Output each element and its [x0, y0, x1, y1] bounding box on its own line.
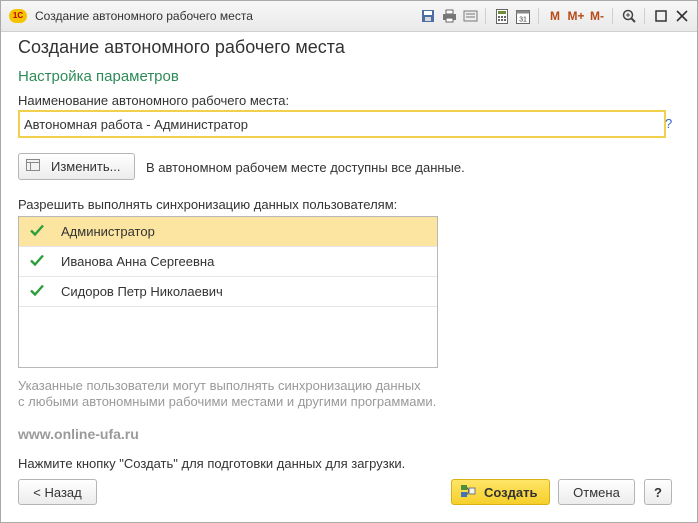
title-toolbar: 31 M M+ M- [416, 6, 691, 26]
back-button[interactable]: < Назад [18, 479, 97, 505]
save-icon[interactable] [419, 7, 437, 25]
toolbar-separator [612, 8, 613, 24]
cancel-button[interactable]: Отмена [558, 479, 635, 505]
user-name: Администратор [61, 224, 155, 239]
change-button[interactable]: Изменить... [18, 153, 135, 180]
calendar-icon[interactable]: 31 [514, 7, 532, 25]
title-bar: 1С Создание автономного рабочего места 3… [1, 1, 697, 32]
create-instruction: Нажмите кнопку "Создать" для подготовки … [18, 456, 406, 471]
zoom-icon[interactable] [620, 7, 638, 25]
user-name: Сидоров Петр Николаевич [61, 284, 223, 299]
check-icon[interactable] [29, 222, 45, 241]
create-button[interactable]: Создать [451, 479, 550, 505]
workplace-name-label: Наименование автономного рабочего места: [18, 93, 290, 108]
watermark: www.online-ufa.ru [18, 426, 139, 442]
users-list[interactable]: Администратор Иванова Анна Сергеевна Сид… [18, 216, 438, 368]
page-title: Создание автономного рабочего места [18, 37, 345, 57]
change-button-label: Изменить... [51, 159, 121, 174]
memory-minus-button[interactable]: M- [588, 7, 606, 25]
check-icon[interactable] [29, 252, 45, 271]
create-icon [460, 483, 476, 502]
toolbar-separator [644, 8, 645, 24]
memory-plus-button[interactable]: M+ [567, 7, 585, 25]
help-button[interactable]: ? [644, 479, 672, 505]
memory-button[interactable]: M [546, 7, 564, 25]
list-item[interactable]: Иванова Анна Сергеевна [19, 247, 437, 277]
preview-icon[interactable] [461, 7, 479, 25]
sync-hint-line: Указанные пользователи могут выполнять с… [18, 378, 421, 393]
close-icon[interactable] [673, 7, 691, 25]
toolbar-separator [538, 8, 539, 24]
svg-text:31: 31 [519, 16, 527, 23]
check-icon[interactable] [29, 282, 45, 301]
calculator-icon[interactable] [493, 7, 511, 25]
maximize-icon[interactable] [652, 7, 670, 25]
filter-settings-icon [25, 157, 41, 176]
window-title: Создание автономного рабочего места [35, 9, 253, 23]
toolbar-separator [485, 8, 486, 24]
sync-hint-line: с любыми автономными рабочими местами и … [18, 394, 437, 409]
list-item[interactable]: Сидоров Петр Николаевич [19, 277, 437, 307]
app-logo-icon: 1С [9, 9, 27, 23]
users-label: Разрешить выполнять синхронизацию данных… [18, 197, 398, 212]
dialog-window: 1С Создание автономного рабочего места 3… [0, 0, 698, 523]
section-title: Настройка параметров [18, 68, 179, 85]
list-item[interactable]: Администратор [19, 217, 437, 247]
data-availability-note: В автономном рабочем месте доступны все … [146, 160, 465, 175]
workplace-name-input[interactable] [18, 110, 666, 138]
user-name: Иванова Анна Сергеевна [61, 254, 215, 269]
print-icon[interactable] [440, 7, 458, 25]
create-button-label: Создать [484, 484, 538, 500]
workplace-name-help-link[interactable]: ? [665, 116, 672, 131]
sync-hint: Указанные пользователи могут выполнять с… [18, 378, 436, 410]
